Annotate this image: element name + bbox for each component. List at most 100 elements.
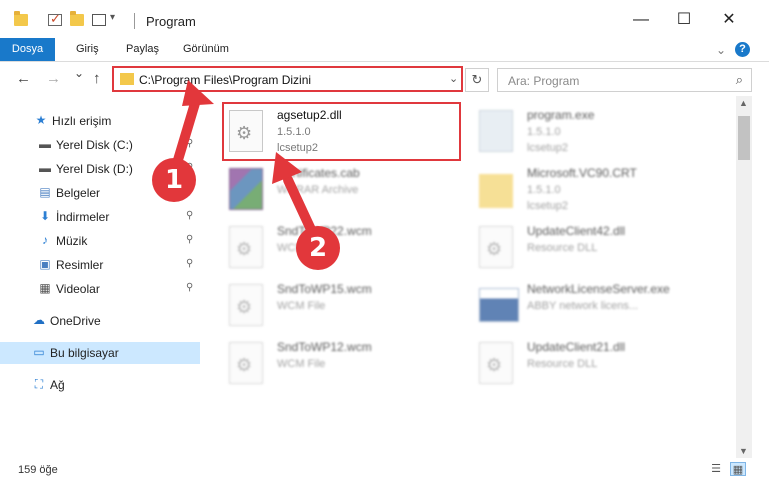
vertical-scrollbar[interactable]: ▲ ▼	[736, 96, 752, 458]
file-item[interactable]: UpdateClient42.dll Resource DLL	[479, 220, 719, 282]
properties-check-icon[interactable]	[48, 11, 62, 27]
file-name: NetworkLicenseServer.exe	[527, 282, 670, 296]
scroll-thumb[interactable]	[738, 116, 750, 160]
archive-icon	[229, 168, 263, 210]
file-name: SndToWP12.wcm	[277, 340, 372, 354]
sidebar-item-label: Videolar	[56, 282, 100, 296]
dll-file-icon	[479, 226, 513, 268]
sidebar-item-label: Yerel Disk (C:)	[56, 138, 133, 152]
download-icon: ⬇	[39, 209, 51, 223]
tab-file[interactable]: Dosya	[0, 38, 55, 61]
sidebar-item[interactable]: ★ Hızlı erişim	[0, 110, 200, 132]
title-bar: ▾ Program — ☐ ✕	[0, 0, 769, 40]
close-button[interactable]: ✕	[716, 8, 742, 32]
star-icon: ★	[35, 113, 47, 127]
sidebar-item-label: Ağ	[50, 378, 65, 392]
documents-icon: ▤	[39, 185, 51, 199]
pin-icon[interactable]: ⚲	[186, 138, 193, 149]
ribbon-tabs: Dosya Giriş Paylaş Görünüm ⌄ ?	[0, 38, 769, 62]
folder-icon	[120, 73, 134, 85]
file-version: 1.5.1.0	[527, 126, 561, 138]
file-version: ABBY network licens...	[527, 300, 639, 312]
file-version: WCM File	[277, 300, 326, 312]
file-item[interactable]: SndToWP22.wcmWCM File	[229, 220, 469, 282]
file-item[interactable]: NetworkLicenseServer.exe ABBY network lic…	[479, 278, 719, 340]
pin-icon[interactable]: ⚲	[186, 234, 193, 245]
cloud-icon: ☁	[33, 313, 45, 327]
large-icons-view-icon[interactable]: ▦	[730, 462, 746, 476]
sidebar-item[interactable]: ▭ Bu bilgisayar	[0, 342, 200, 364]
file-company: lcsetup2	[527, 142, 568, 154]
sidebar-item-label: Müzik	[56, 234, 88, 248]
up-arrow-icon[interactable]: ↑	[93, 70, 101, 87]
file-item[interactable]: Certificates.cab WinRAR Archive	[229, 162, 469, 224]
file-name: SndToWP15.wcm	[277, 282, 372, 296]
back-arrow-icon[interactable]: ←	[16, 70, 31, 87]
drive-icon: ▬	[39, 161, 51, 175]
sidebar-item-label: Bu bilgisayar	[50, 346, 119, 360]
search-icon[interactable]: ⌕	[736, 72, 743, 88]
sidebar-item-label: Yerel Disk (D:)	[56, 162, 133, 176]
folder-icon	[479, 174, 513, 208]
window-title: Program	[146, 14, 196, 29]
chevron-down-icon[interactable]: ⌄	[716, 43, 726, 57]
file-version: WCM File	[277, 358, 326, 370]
forward-arrow-icon[interactable]: →	[46, 70, 61, 87]
search-placeholder: Ara: Program	[508, 74, 580, 88]
file-name: UpdateClient42.dll	[527, 224, 626, 238]
file-item[interactable]: UpdateClient21.dll Resource DLL	[479, 336, 719, 398]
sidebar-item[interactable]: ⬇ İndirmeler ⚲	[0, 206, 200, 228]
details-view-icon[interactable]: ☰	[708, 462, 724, 476]
sidebar-item[interactable]: ♪ Müzik ⚲	[0, 230, 200, 252]
sidebar-item-label: Belgeler	[56, 186, 101, 200]
item-count: 159 öğe	[18, 464, 58, 476]
music-icon: ♪	[42, 233, 48, 247]
recent-locations-icon[interactable]: ⌄	[74, 66, 84, 80]
file-name: Microsoft.VC90.CRT	[527, 166, 637, 180]
status-bar: 159 öğe ☰ ▦	[0, 458, 769, 482]
sidebar-item-label: İndirmeler	[56, 210, 110, 224]
step-1-badge: 1	[152, 158, 196, 202]
tab-share[interactable]: Paylaş	[126, 38, 159, 61]
file-name: Certificates.cab	[277, 166, 360, 180]
address-path[interactable]: C:\Program Files\Program Dizini	[139, 73, 311, 87]
pin-icon[interactable]: ⚲	[186, 258, 193, 269]
refresh-button[interactable]: ↻	[465, 68, 489, 92]
tab-view[interactable]: Görünüm	[183, 38, 229, 61]
title-separator	[134, 13, 135, 29]
new-folder-icon[interactable]	[70, 11, 84, 26]
video-icon: ▦	[39, 281, 51, 295]
folder-icon	[14, 11, 28, 26]
sidebar-item-label: Hızlı erişim	[52, 114, 112, 128]
customize-quick-access-icon[interactable]	[92, 14, 106, 26]
sidebar-item[interactable]: ⛶ Ağ	[0, 374, 200, 396]
network-icon: ⛶	[34, 377, 44, 391]
search-input[interactable]: Ara: Program ⌕	[497, 68, 752, 92]
file-name: program.exe	[527, 108, 595, 122]
address-bar[interactable]: C:\Program Files\Program Dizini ⌄	[112, 66, 463, 92]
sidebar-item[interactable]: ▣ Resimler ⚲	[0, 254, 200, 276]
step-2-badge: 2	[296, 226, 340, 270]
sidebar-item[interactable]: ☁ OneDrive	[0, 310, 200, 332]
sidebar-item[interactable]: ▬ Yerel Disk (C:) ⚲	[0, 134, 200, 156]
sidebar-item[interactable]: ▦ Videolar ⚲	[0, 278, 200, 300]
pictures-icon: ▣	[39, 257, 51, 271]
chevron-down-icon[interactable]: ⌄	[449, 72, 458, 85]
scroll-down-icon[interactable]: ▼	[739, 446, 748, 456]
help-icon[interactable]: ?	[735, 42, 750, 57]
file-item[interactable]: SndToWP12.wcm WCM File	[229, 336, 469, 398]
file-item[interactable]: Microsoft.VC90.CRT 1.5.1.0 lcsetup2	[479, 162, 719, 224]
file-name: UpdateClient21.dll	[527, 340, 626, 354]
dll-file-icon	[229, 226, 263, 268]
tab-home[interactable]: Giriş	[76, 38, 99, 61]
file-item[interactable]: SndToWP15.wcm WCM File	[229, 278, 469, 340]
dll-file-icon	[479, 342, 513, 384]
scroll-up-icon[interactable]: ▲	[739, 98, 748, 108]
minimize-button[interactable]: —	[628, 8, 654, 32]
file-item[interactable]: program.exe 1.5.1.0 lcsetup2	[479, 104, 719, 166]
quick-access-dropdown-icon[interactable]: ▾	[110, 12, 115, 23]
pin-icon[interactable]: ⚲	[186, 282, 193, 293]
pin-icon[interactable]: ⚲	[186, 210, 193, 221]
navigation-pane: ★ Hızlı erişim ▬ Yerel Disk (C:) ⚲ ▬ Yerel Dis…	[0, 100, 202, 456]
maximize-button[interactable]: ☐	[671, 8, 697, 32]
